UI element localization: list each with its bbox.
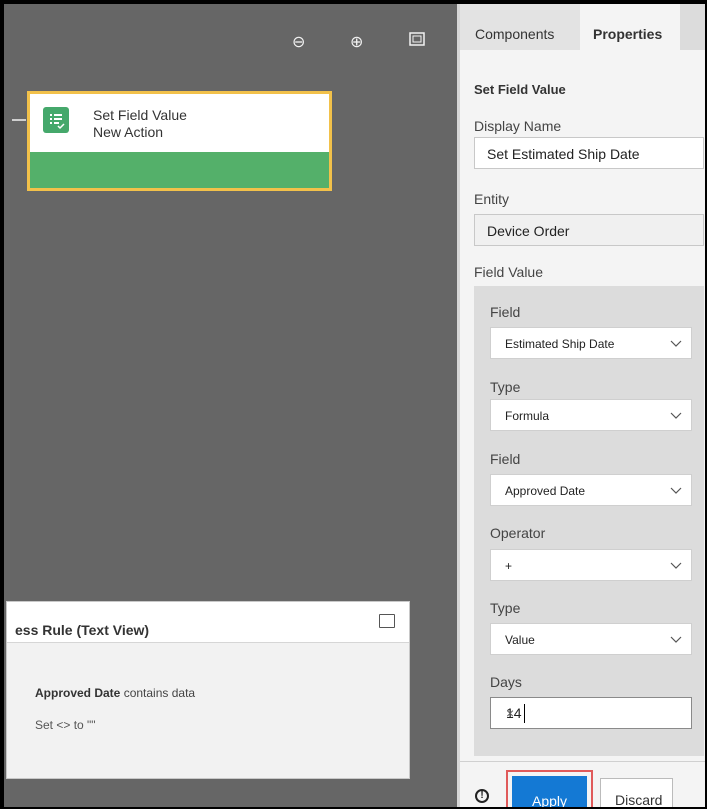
rule-condition-text: contains data	[120, 686, 196, 700]
rule-action: Set <> to ""	[35, 718, 96, 732]
panel-tabs: Components Properties	[460, 4, 705, 50]
section-title: Set Field Value	[474, 82, 566, 97]
tab-components[interactable]: Components	[460, 4, 580, 50]
designer-canvas[interactable]: ⊖ ⊕ Set Field Value New Action ess Rule …	[4, 4, 457, 807]
operator-select-value: +	[505, 559, 513, 573]
apply-button-label: Apply	[532, 793, 568, 809]
discard-button[interactable]: Discard	[600, 778, 673, 808]
set-field-value-action-card[interactable]: Set Field Value New Action	[27, 91, 332, 191]
operator-select[interactable]: +	[490, 549, 692, 581]
type-label: Type	[490, 379, 521, 395]
tab-properties-label: Properties	[593, 26, 663, 42]
value-type-select-value: Value	[505, 633, 535, 647]
business-rule-text-view: ess Rule (Text View) Approved Date conta…	[6, 601, 410, 779]
properties-panel: Components Properties Set Field Value Di…	[460, 4, 705, 809]
action-card-title: Set Field Value	[93, 107, 187, 123]
chevron-down-icon	[670, 340, 682, 347]
action-card-footer	[30, 152, 329, 188]
fit-to-screen-icon-svg	[409, 32, 425, 46]
source-field-select[interactable]: Approved Date	[490, 474, 692, 506]
field-select-value: Estimated Ship Date	[505, 337, 615, 351]
display-name-input[interactable]: Set Estimated Ship Date	[474, 137, 704, 169]
rule-condition: Approved Date contains data	[35, 686, 195, 700]
field-label: Field	[490, 304, 521, 320]
list-check-icon	[43, 107, 69, 133]
tab-strip-spacer	[680, 4, 705, 50]
chevron-down-icon	[670, 636, 682, 643]
app-frame: ⊖ ⊕ Set Field Value New Action ess Rule …	[0, 0, 707, 809]
entity-field: Device Order	[474, 214, 704, 246]
field-value-label: Field Value	[474, 264, 544, 280]
entity-value: Device Order	[487, 223, 570, 239]
rule-condition-field: Approved Date	[35, 686, 121, 700]
operator-label: Operator	[490, 525, 546, 541]
source-field-label: Field	[490, 451, 521, 467]
type-select-value: Formula	[505, 409, 550, 423]
action-card-subtitle: New Action	[93, 124, 164, 140]
clear-icon[interactable]: ×	[506, 705, 681, 721]
panel-footer: ! Apply Discard	[460, 761, 705, 809]
source-field-select-value: Approved Date	[505, 484, 586, 498]
apply-button[interactable]: Apply	[512, 776, 587, 809]
tab-components-label: Components	[475, 26, 555, 42]
zoom-out-icon[interactable]: ⊖	[292, 32, 305, 52]
type-select[interactable]: Formula	[490, 399, 692, 431]
action-card-body: Set Field Value New Action	[30, 94, 329, 152]
zoom-in-icon[interactable]: ⊕	[350, 32, 363, 52]
rule-panel-header: ess Rule (Text View)	[7, 602, 409, 643]
chevron-down-icon	[670, 562, 682, 569]
display-name-value: Set Estimated Ship Date	[487, 146, 640, 162]
rule-panel-body: Approved Date contains data Set <> to ""	[7, 643, 409, 778]
value-type-select[interactable]: Value	[490, 623, 692, 655]
discard-button-label: Discard	[615, 792, 663, 808]
days-input[interactable]: 14 ×	[490, 697, 692, 729]
days-label: Days	[490, 674, 522, 690]
chevron-down-icon	[670, 487, 682, 494]
fit-to-screen-icon[interactable]	[409, 32, 425, 51]
display-name-label: Display Name	[474, 118, 562, 134]
info-icon[interactable]: !	[475, 789, 489, 803]
chevron-down-icon	[670, 412, 682, 419]
expand-panel-icon[interactable]	[379, 614, 395, 628]
field-value-box: Field Estimated Ship Date Type Formula F…	[474, 286, 704, 756]
value-type-label: Type	[490, 600, 521, 616]
field-select[interactable]: Estimated Ship Date	[490, 327, 692, 359]
entity-label: Entity	[474, 191, 510, 207]
rule-panel-title: ess Rule (Text View)	[15, 622, 150, 638]
flow-connector	[12, 119, 26, 121]
apply-button-highlight: Apply	[506, 770, 593, 809]
tab-properties[interactable]: Properties	[580, 4, 680, 50]
